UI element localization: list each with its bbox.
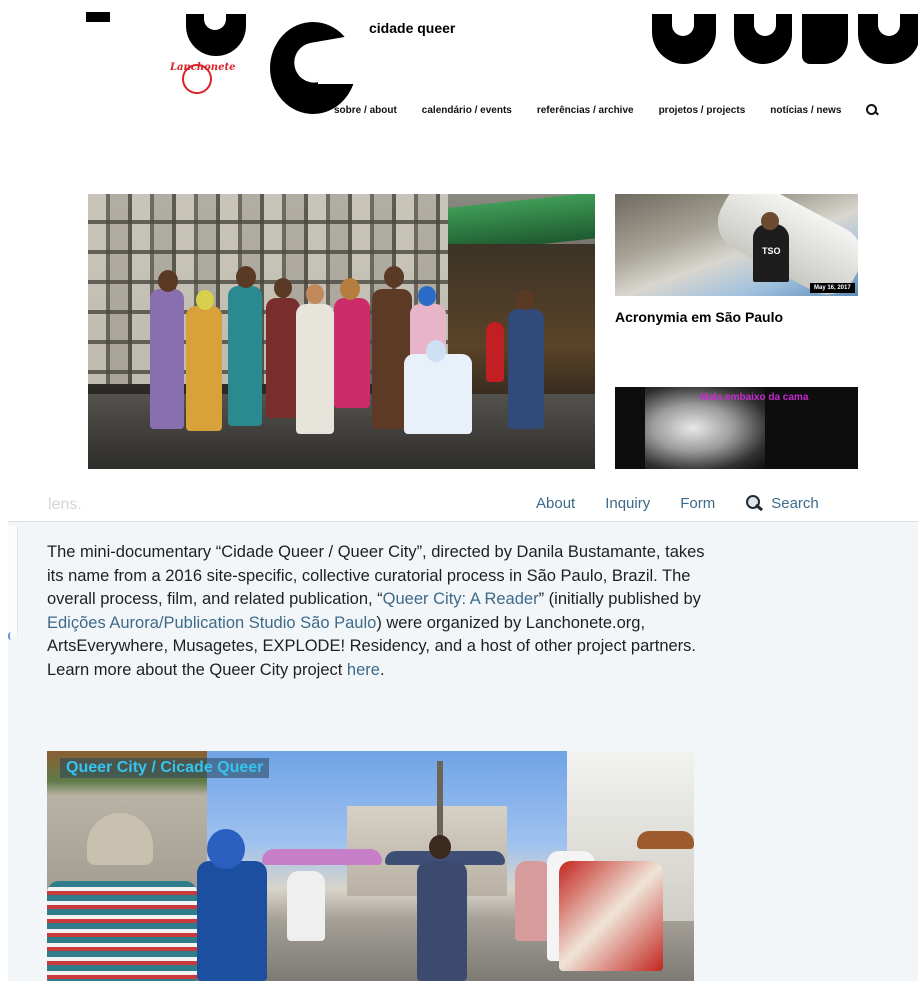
site-title[interactable]: cidade queer [369,20,455,36]
nav-form-link[interactable]: Form [680,495,715,512]
reader-link[interactable]: Queer City: A Reader [383,590,539,608]
search-icon[interactable] [866,104,878,116]
search-icon [745,494,765,512]
here-link[interactable]: here [347,661,380,679]
cidade-queer-site: cidade queer Lanchonete sobre / about ca… [0,0,918,486]
logo-glyph [186,14,246,56]
logo-glyph [270,22,364,114]
nav-inquiry-link[interactable]: Inquiry [605,495,650,512]
page-header: lens. About Inquiry Form Search [8,486,918,522]
intro-paragraph: The mini-documentary “Cidade Queer / Que… [47,541,717,682]
side-panel-handle[interactable] [8,632,14,640]
side-panel-tab[interactable] [8,526,18,636]
lanchonete-logo[interactable]: Lanchonete [168,56,235,98]
publisher-link[interactable]: Edições Aurora/Publication Studio São Pa… [47,614,376,632]
site-nav: sobre / about calendário / events referê… [334,104,878,116]
nav-archive[interactable]: referências / archive [537,105,634,116]
search-button[interactable]: Search [745,494,819,512]
photo-caption: Queer City / Cicade Queer [60,758,270,778]
header-nav: About Inquiry Form Search [536,494,819,512]
queer-city-photo[interactable] [47,751,694,981]
logo-glyph [652,14,918,64]
nav-events[interactable]: calendário / events [422,105,512,116]
paragraph-text: ” (initially published by [538,590,701,608]
post-title[interactable]: Acronymia em São Paulo [615,309,815,326]
queer-city-page: lens. About Inquiry Form Search The mini… [8,486,918,981]
faded-text: lens. [48,496,82,513]
logo-glyph [86,12,110,22]
post-thumbnail-acronymia[interactable]: TSO [615,194,858,296]
search-label: Search [771,494,819,512]
nav-projects[interactable]: projetos / projects [659,105,746,116]
nav-news[interactable]: notícias / news [770,105,841,116]
hero-image[interactable] [88,194,595,469]
lanchonete-logo-text: Lanchonete [170,62,236,73]
post-date: May 16, 2017 [810,283,855,293]
nav-about[interactable]: sobre / about [334,105,397,116]
post-title[interactable]: Mala embaixo da cama [700,392,808,403]
paragraph-text: . [379,660,385,679]
nav-about-link[interactable]: About [536,495,575,512]
shirt-text: TSO [762,246,781,256]
